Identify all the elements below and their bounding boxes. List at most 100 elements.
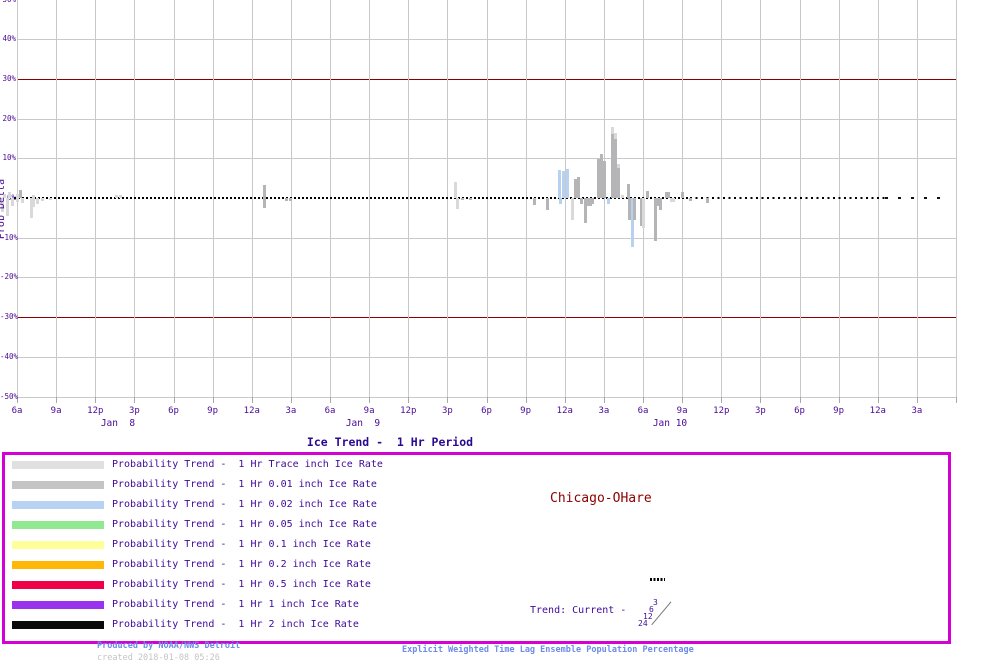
legend-label: Probability Trend - 1 Hr 0.05 inch Ice R… [112,519,377,530]
v-gridline [956,0,957,398]
legend-label: Probability Trend - 1 Hr 0.5 inch Ice Ra… [112,579,371,590]
v-gridline [877,0,879,398]
prob-delta-bar [288,198,292,202]
prob-delta-bar [453,182,457,198]
legend-label: Probability Trend - 1 Hr 0.2 inch Ice Ra… [112,559,371,570]
x-axis-tick [603,397,605,403]
x-date-label: Jan 8 [100,418,136,429]
trend-hour-label: 24 [638,619,648,628]
legend-swatch [12,461,104,469]
y-tick-label: 50% [0,0,16,4]
prob-delta-bar [468,198,472,201]
v-gridline [525,0,527,398]
v-gridline [408,0,410,398]
x-axis-tick [486,397,488,403]
legend-label: Probability Trend - 1 Hr 1 inch Ice Rate [112,599,359,610]
x-tick-label: 6p [794,406,805,416]
x-axis-tick [134,397,136,403]
x-tick-label: 9p [207,406,219,416]
prob-delta-bar [680,192,684,198]
prob-delta-bar [642,198,645,228]
prob-delta-bar [114,194,118,198]
x-axis-tick [682,397,684,403]
prob-delta-bar [633,198,636,220]
v-gridline [251,0,253,398]
v-gridline [838,0,840,398]
prob-delta-bar [566,169,569,198]
legend-swatch [12,501,104,509]
v-gridline [486,0,488,398]
y-tick-label: 10% [2,153,16,163]
zero-line [690,197,885,199]
prob-delta-bar [591,198,594,204]
x-tick-label: 12p [87,406,104,416]
x-tick-label: 3a [285,406,297,416]
y-tick-label: 30% [2,73,16,83]
v-gridline [173,0,175,398]
zero-line [885,197,950,199]
x-tick-label: 3a [598,406,610,416]
x-axis-tick [212,397,214,403]
x-tick-label: 9p [833,406,845,416]
prob-delta-bar [577,177,580,198]
x-tick-label: 12p [400,406,417,416]
created-timestamp: created 2018-01-08 05:26 [97,653,220,663]
x-tick-label: 9a [676,406,688,416]
prob-delta-bar [659,198,662,210]
x-axis-tick [956,397,957,403]
trend-label: Trend: Current - [530,605,633,616]
chart-title: Ice Trend - 1 Hr Period [306,435,474,449]
x-tick-label: 9p [520,406,532,416]
x-axis-tick [173,397,175,403]
x-axis-tick [290,397,292,403]
y-tick-label: -30% [0,312,19,322]
legend-swatch [12,621,104,629]
x-axis-tick [760,397,762,403]
x-tick-label: 6p [168,406,179,416]
legend-swatch [12,521,104,529]
v-gridline [369,0,371,398]
x-tick-label: 12a [556,406,573,416]
prob-delta-bar [606,198,610,204]
x-tick-label: 3p [128,406,140,416]
x-axis-tick [56,397,58,403]
x-date-label: Jan 10 [652,418,688,429]
legend-swatch [12,561,104,569]
v-gridline [682,0,684,398]
prob-delta-bar [620,194,624,198]
y-axis-title: Prob Delta [0,178,7,240]
y-tick-label: -50% [0,391,19,401]
x-axis-tick [564,397,566,403]
v-gridline [330,0,331,398]
prob-delta-bar [617,168,620,198]
legend-label: Probability Trend - 1 Hr 0.01 inch Ice R… [112,479,377,490]
prob-delta-bar [645,191,649,198]
x-tick-label: 6p [481,406,492,416]
v-gridline [564,0,566,398]
prob-delta-bar [571,198,574,221]
prob-delta-bar [455,198,459,209]
prob-delta-bar [262,185,266,208]
x-axis-tick [721,397,723,403]
prob-delta-bar [706,198,709,203]
v-gridline [95,0,97,398]
x-tick-label: 12a [869,406,886,416]
x-tick-label: 12p [713,406,730,416]
x-axis-tick [408,397,410,403]
x-tick-label: 3p [754,406,766,416]
x-axis-tick [330,397,331,403]
v-gridline [447,0,449,398]
v-gridline [721,0,723,398]
footer-caption: Explicit Weighted Time Lag Ensemble Popu… [402,645,694,655]
x-axis-tick [525,397,527,403]
y-tick-label: 20% [2,113,16,123]
v-gridline [916,0,918,398]
x-axis-tick [95,397,97,403]
prob-delta-bar [562,170,565,198]
x-axis-tick [251,397,253,403]
prob-delta-bar [603,160,606,198]
legend-swatch [12,481,104,489]
legend-label: Probability Trend - 1 Hr 0.02 inch Ice R… [112,499,377,510]
y-tick-label: -20% [0,272,19,282]
prob-delta-bar [460,198,464,201]
